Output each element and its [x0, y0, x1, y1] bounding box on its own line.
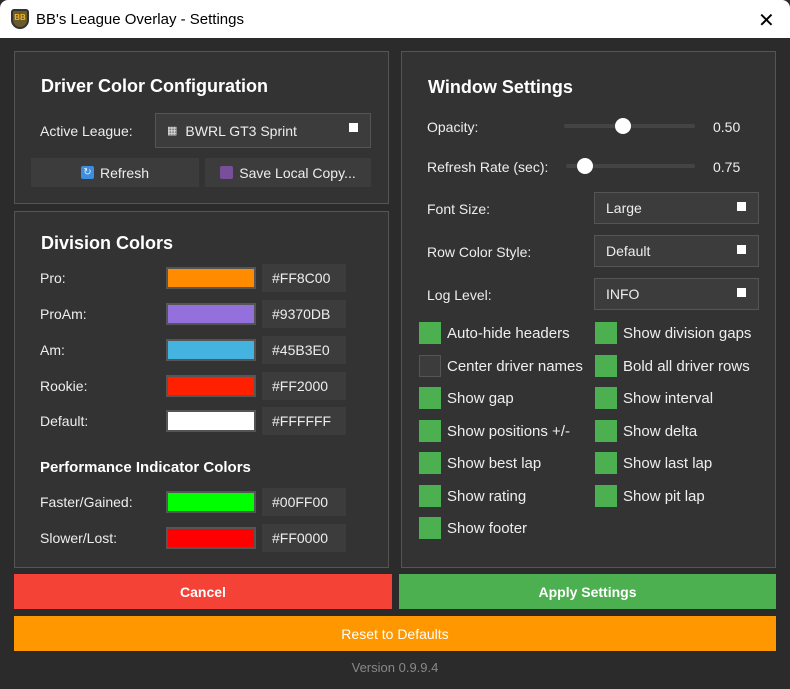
- hex-input[interactable]: #00FF00: [262, 488, 346, 516]
- checkbox-label[interactable]: Center driver names: [447, 358, 583, 375]
- refresh-rate-slider[interactable]: [566, 158, 695, 174]
- color-row-label: Faster/Gained:: [40, 494, 133, 510]
- checkbox[interactable]: [419, 517, 441, 539]
- checkbox[interactable]: [595, 322, 617, 344]
- window-title: BB's League Overlay - Settings: [36, 11, 244, 28]
- color-swatch-button[interactable]: [166, 527, 256, 549]
- app-logo-icon: BB: [11, 9, 29, 29]
- color-row-label: Pro:: [40, 270, 66, 286]
- color-swatch-button[interactable]: [166, 339, 256, 361]
- hex-input[interactable]: #FF0000: [262, 524, 346, 552]
- apply-settings-button[interactable]: Apply Settings: [399, 574, 776, 609]
- log-level-value: INFO: [606, 286, 640, 302]
- refresh-button[interactable]: ↻ Refresh: [31, 158, 199, 187]
- row-color-style-value: Default: [606, 243, 651, 259]
- checkbox[interactable]: [419, 452, 441, 474]
- color-row-label: Default:: [40, 413, 89, 429]
- refresh-rate-value: 0.75: [713, 159, 741, 175]
- refresh-icon: ↻: [80, 166, 94, 179]
- hex-input[interactable]: #9370DB: [262, 300, 346, 328]
- dropdown-icon: [737, 202, 746, 211]
- dropdown-icon: [737, 288, 746, 297]
- checkbox[interactable]: [419, 322, 441, 344]
- window-settings-title: Window Settings: [428, 77, 573, 97]
- checkbox[interactable]: [419, 354, 441, 377]
- checkbox-label[interactable]: Bold all driver rows: [623, 358, 750, 375]
- row-color-style-label: Row Color Style:: [427, 244, 532, 260]
- checkbox-label[interactable]: Show gap: [447, 390, 514, 407]
- checkbox-label[interactable]: Show last lap: [623, 455, 712, 472]
- dropdown-icon: [349, 123, 358, 132]
- hex-input[interactable]: #FF2000: [262, 372, 346, 400]
- save-local-copy-label: Save Local Copy...: [239, 164, 356, 181]
- checkbox[interactable]: [595, 419, 617, 442]
- refresh-label: Refresh: [99, 164, 150, 181]
- hex-input[interactable]: #FF8C00: [262, 264, 346, 292]
- active-league-value: BWRL GT3 Sprint: [185, 122, 297, 139]
- opacity-slider-handle[interactable]: [614, 118, 631, 134]
- checkbox-label[interactable]: Show interval: [623, 390, 713, 407]
- checkbox-label[interactable]: Show rating: [447, 488, 526, 505]
- color-row-label: Am:: [40, 342, 65, 358]
- opacity-slider[interactable]: [564, 118, 695, 134]
- checkbox[interactable]: [595, 484, 617, 507]
- font-size-value: Large: [606, 200, 642, 216]
- checkbox-label[interactable]: Show positions +/-: [447, 423, 570, 440]
- cancel-button[interactable]: Cancel: [14, 574, 392, 609]
- opacity-label: Opacity:: [427, 119, 479, 135]
- checkbox-label[interactable]: Show best lap: [447, 455, 541, 472]
- floppy-disk-icon: [220, 166, 234, 179]
- color-row-label: Slower/Lost:: [40, 530, 118, 546]
- hex-input[interactable]: #45B3E0: [262, 336, 346, 364]
- hex-input[interactable]: #FFFFFF: [262, 407, 346, 435]
- save-local-copy-button[interactable]: Save Local Copy...: [205, 158, 371, 187]
- active-league-select[interactable]: ▦ BWRL GT3 Sprint: [155, 113, 371, 148]
- dropdown-icon: [737, 245, 746, 254]
- color-row-label: ProAm:: [40, 306, 87, 322]
- checkbox-label[interactable]: Show division gaps: [623, 325, 751, 342]
- log-level-label: Log Level:: [427, 287, 492, 303]
- log-level-select[interactable]: INFO: [594, 278, 759, 310]
- checkbox[interactable]: [595, 354, 617, 377]
- version-label: Version 0.9.9.4: [351, 660, 439, 675]
- checkbox-label[interactable]: Show pit lap: [623, 488, 705, 505]
- color-swatch-button[interactable]: [166, 303, 256, 325]
- checkbox[interactable]: [595, 387, 617, 409]
- performance-colors-title: Performance Indicator Colors: [40, 459, 251, 476]
- color-swatch-button[interactable]: [166, 267, 256, 289]
- font-size-select[interactable]: Large: [594, 192, 759, 224]
- checkbox-label[interactable]: Show delta: [623, 423, 697, 440]
- division-colors-title: Division Colors: [41, 233, 174, 253]
- opacity-value: 0.50: [713, 119, 741, 135]
- reset-to-defaults-button[interactable]: Reset to Defaults: [14, 616, 776, 651]
- checkbox[interactable]: [419, 484, 441, 507]
- checkbox[interactable]: [419, 419, 441, 442]
- checkbox[interactable]: [419, 387, 441, 409]
- color-swatch-button[interactable]: [166, 375, 256, 397]
- driver-config-title: Driver Color Configuration: [41, 76, 269, 96]
- checkbox-label[interactable]: Show footer: [447, 520, 527, 537]
- color-swatch-button[interactable]: [166, 410, 256, 432]
- font-size-label: Font Size:: [427, 201, 491, 217]
- refresh-rate-label: Refresh Rate (sec):: [427, 159, 549, 175]
- checkered-flag-icon: ▦: [167, 125, 178, 137]
- color-row-label: Rookie:: [40, 378, 88, 394]
- active-league-label: Active League:: [40, 123, 133, 139]
- title-bar: BB BB's League Overlay - Settings ✕: [0, 0, 790, 38]
- close-icon[interactable]: ✕: [758, 8, 775, 33]
- checkbox-label[interactable]: Auto-hide headers: [447, 325, 570, 342]
- row-color-style-select[interactable]: Default: [594, 235, 759, 267]
- checkbox[interactable]: [595, 452, 617, 474]
- color-swatch-button[interactable]: [166, 491, 256, 513]
